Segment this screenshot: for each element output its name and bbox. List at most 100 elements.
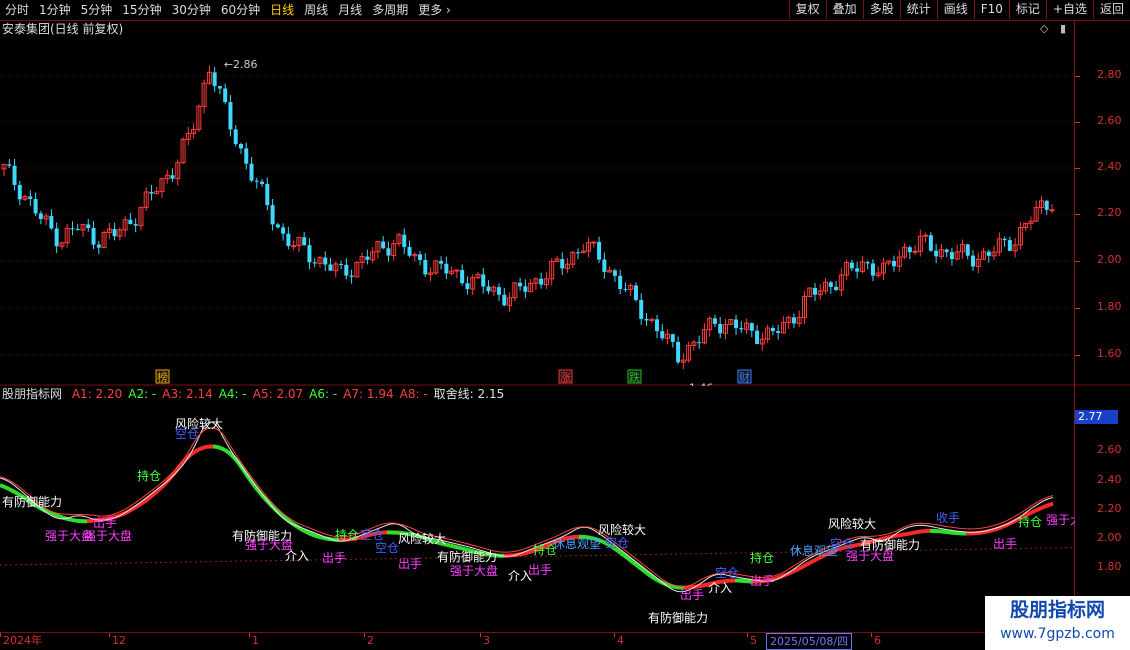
main-line-seg: [643, 570, 650, 576]
main-line-seg: [637, 565, 644, 571]
current-value-badge: 2.77: [1075, 410, 1118, 424]
candle-down: [892, 260, 897, 267]
candle-down: [486, 286, 491, 292]
price-tick: 2.80: [1097, 68, 1122, 81]
main-line-seg: [701, 583, 706, 588]
indicator-chart[interactable]: 风险较大空仓持仓有防御能力强于大盘强于大盘出手有防御能力强于大盘介入 出手持仓 空仓…: [0, 402, 1075, 632]
candle-down: [349, 275, 354, 277]
main-line-seg: [308, 531, 313, 537]
tab-period-5[interactable]: 60分钟: [216, 0, 265, 20]
signal-label: 持仓: [1018, 514, 1042, 529]
main-line-seg: [800, 564, 805, 570]
price-chart[interactable]: ←2.86 ←1.46 榜 涨 跌 财: [0, 21, 1130, 386]
tab-period-0[interactable]: 分时: [0, 0, 34, 20]
candle-down: [233, 129, 238, 144]
candle-down: [75, 228, 80, 230]
candle-down: [497, 287, 502, 295]
main-line-seg: [521, 551, 526, 556]
signal-label: 出手: [750, 574, 774, 588]
candle-down: [734, 319, 739, 329]
main-line-seg: [145, 495, 152, 502]
watermark-url: www.7gpzb.com: [1000, 626, 1115, 642]
tick-mark: [1075, 168, 1080, 169]
period-toolbar: 分时 1分钟 5分钟 15分钟 30分钟 60分钟 日线 周线 月线 多周期 更多 › 复权 叠加 多股…: [0, 0, 1130, 21]
low-label: ←1.46: [680, 382, 714, 386]
candle-down: [712, 318, 717, 324]
candle-down: [576, 252, 581, 254]
main-line-seg: [812, 557, 817, 563]
signal-label: 强于大盘: [450, 563, 498, 578]
candle-down: [865, 262, 870, 264]
main-line-seg: [50, 511, 55, 517]
main-line-seg: [986, 528, 991, 534]
candle-down: [223, 88, 228, 103]
tab-period-6[interactable]: 日线: [265, 0, 299, 20]
main-line-seg: [218, 445, 223, 451]
candle-down: [1007, 240, 1012, 251]
candle-down: [928, 235, 933, 251]
signal-label: 空仓: [605, 536, 629, 550]
main-line-seg: [1028, 510, 1033, 516]
candle-down: [265, 183, 270, 206]
tab-period-3[interactable]: 15分钟: [117, 0, 166, 20]
candle-down: [12, 165, 17, 185]
candle-down: [870, 263, 875, 276]
candlesticks: [1, 65, 1055, 370]
main-line-seg: [215, 444, 220, 450]
candle-down: [133, 224, 138, 226]
tab-period-10[interactable]: 更多 ›: [413, 0, 456, 20]
main-line-seg: [1037, 506, 1042, 512]
tab-period-8[interactable]: 月线: [333, 0, 367, 20]
date-axis: 2024年 12 1 2 3 4 5 6 2025/05/08/四: [0, 632, 1075, 650]
tab-period-9[interactable]: 多周期: [367, 0, 413, 20]
main-line-seg: [668, 583, 673, 589]
candle-down: [54, 228, 59, 247]
indicator-tick: 2.60: [1097, 443, 1122, 456]
tab-period-1[interactable]: 1分钟: [34, 0, 76, 20]
main-line-seg: [317, 534, 322, 540]
candle-down: [949, 252, 954, 260]
price-tick: 2.40: [1097, 160, 1122, 173]
toolbar-button-7[interactable]: +自选: [1045, 0, 1093, 19]
main-line-seg: [8, 487, 13, 493]
candle-down: [971, 255, 976, 267]
toolbar-button-2[interactable]: 多股: [862, 0, 900, 19]
main-line-seg: [905, 531, 910, 537]
toolbar-button-1[interactable]: 叠加: [825, 0, 863, 19]
toolbar-button-6[interactable]: 标记: [1008, 0, 1046, 19]
tab-period-7[interactable]: 周线: [299, 0, 333, 20]
candle-down: [38, 213, 43, 219]
candle-down: [965, 244, 970, 256]
tab-period-2[interactable]: 5分钟: [76, 0, 118, 20]
toolbar-button-0[interactable]: 复权: [788, 0, 826, 19]
indicator-tick: 2.20: [1097, 502, 1122, 515]
candle-down: [770, 327, 775, 332]
main-line-seg: [1040, 505, 1045, 511]
date-label: 4: [617, 634, 624, 647]
toolbar-button-4[interactable]: 画线: [936, 0, 974, 19]
main-line-seg: [815, 556, 820, 562]
signal-label: 持仓: [137, 468, 161, 483]
candle-down: [286, 233, 291, 246]
candle-down: [644, 318, 649, 321]
toolbar-button-3[interactable]: 统计: [899, 0, 937, 19]
main-line-seg: [0, 483, 4, 489]
signal-label: 强于大盘: [1046, 512, 1075, 527]
candle-down: [7, 164, 12, 166]
candle-down: [791, 317, 796, 324]
toolbar-button-5[interactable]: F10: [973, 0, 1009, 19]
tick-mark: [1075, 76, 1080, 77]
candle-down: [828, 282, 833, 287]
date-tick: [249, 633, 250, 637]
event-marker-text: 涨: [560, 371, 571, 384]
date-label: 5: [750, 634, 757, 647]
main-line-seg: [71, 517, 76, 523]
toolbar-button-8[interactable]: 返回: [1092, 0, 1130, 19]
candle-down: [755, 330, 760, 344]
main-line-seg: [527, 549, 532, 555]
tab-period-4[interactable]: 30分钟: [167, 0, 216, 20]
main-line-seg: [197, 446, 202, 452]
date-tick: [871, 633, 872, 637]
signal-label: 介入: [285, 549, 309, 563]
candle-down: [655, 319, 660, 332]
